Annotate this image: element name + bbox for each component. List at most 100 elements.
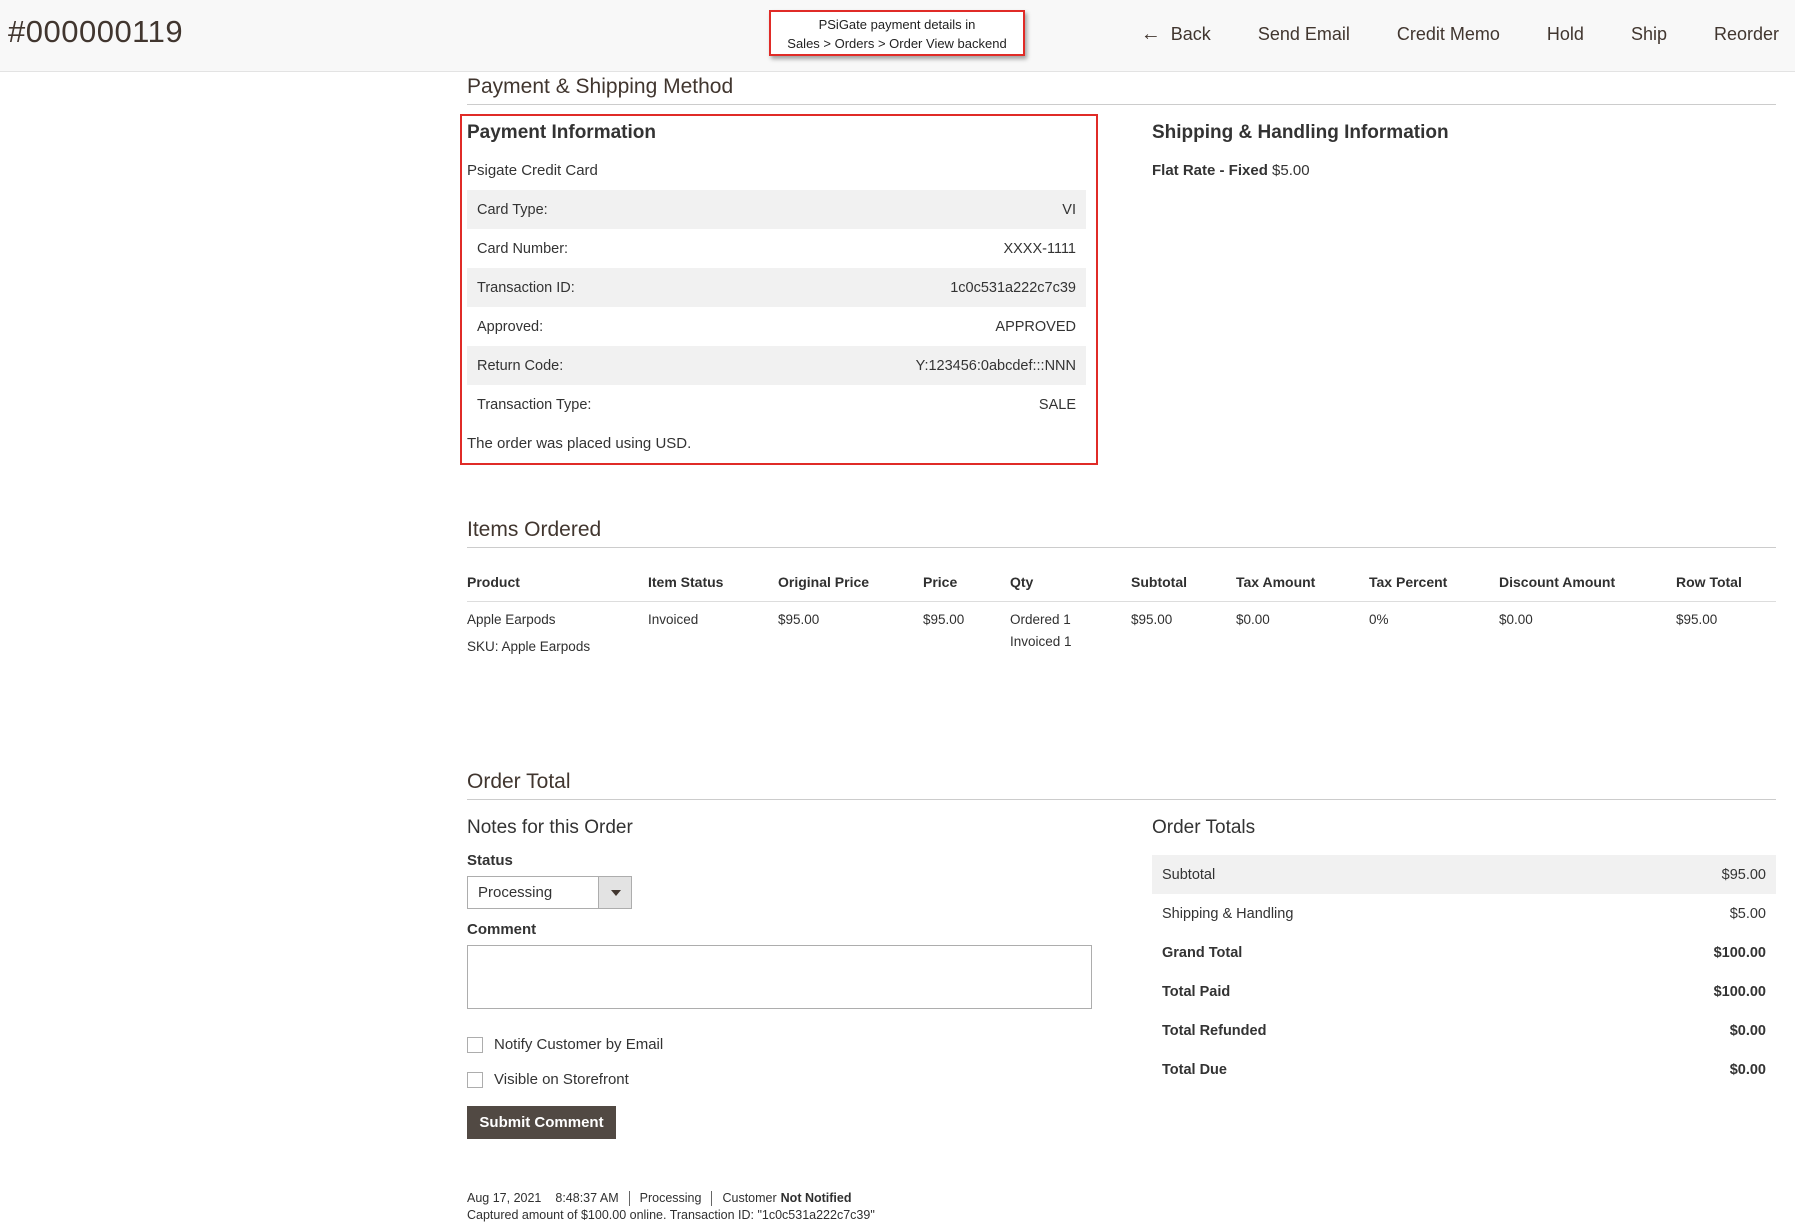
visible-label: Visible on Storefront [494,1071,629,1088]
col-subtotal: Subtotal [1131,574,1187,590]
page-actions: ← Back Send Email Credit Memo Hold Ship … [1141,0,1779,68]
payment-row-value: XXXX-1111 [1003,240,1076,257]
shipping-info-title: Shipping & Handling Information [1152,122,1449,143]
reorder-button[interactable]: Reorder [1714,24,1779,45]
payment-row-value: 1c0c531a222c7c39 [950,279,1076,296]
history-customer-state: Not Notified [780,1191,852,1205]
totals-value: $5.00 [1729,905,1766,922]
status-select[interactable]: Processing [467,876,632,909]
payment-row: Transaction ID: 1c0c531a222c7c39 [467,268,1086,307]
payment-method-name: Psigate Credit Card [467,162,598,179]
ship-button[interactable]: Ship [1631,24,1667,45]
payment-row-label: Approved: [477,318,544,335]
section-divider [467,547,1776,548]
status-label: Status [467,852,513,869]
payment-row-label: Return Code: [477,357,564,374]
row-total: $95.00 [1676,612,1718,627]
payment-details-table: Card Type: VI Card Number: XXXX-1111 Tra… [467,190,1086,424]
col-price: Price [923,574,958,590]
price: $95.00 [923,612,965,627]
col-tax-amount: Tax Amount [1236,574,1316,590]
qty-invoiced: Invoiced 1 [1010,634,1072,649]
items-ordered-title: Items Ordered [467,518,602,541]
chevron-down-icon [598,877,631,908]
totals-label: Grand Total [1162,944,1243,961]
totals-label: Total Due [1162,1061,1227,1078]
divider [711,1191,713,1206]
payment-row: Return Code: Y:123456:0abcdef:::NNN [467,346,1086,385]
totals-row: Grand Total $100.00 [1152,933,1776,972]
divider [628,1191,630,1206]
col-row-total: Row Total [1676,574,1742,590]
comment-label: Comment [467,921,537,938]
callout-line-2: Sales > Orders > Order View backend [787,36,1007,51]
payment-row: Card Type: VI [467,190,1086,229]
status-select-value: Processing [478,884,553,901]
payment-row-label: Card Number: [477,240,569,257]
payment-row-label: Transaction ID: [477,279,575,296]
qty-ordered: Ordered 1 [1010,612,1071,627]
totals-row: Shipping & Handling $5.00 [1152,894,1776,933]
items-header-divider [467,601,1776,602]
page-header: #000000119 PSiGate payment details in Sa… [0,0,1795,72]
order-total-title: Order Total [467,770,571,793]
payment-row: Approved: APPROVED [467,307,1086,346]
section-divider [467,104,1776,105]
col-discount-amount: Discount Amount [1499,574,1616,590]
item-status: Invoiced [648,612,699,627]
send-email-button[interactable]: Send Email [1258,24,1350,45]
col-product: Product [467,574,520,590]
col-qty: Qty [1010,574,1034,590]
totals-value: $95.00 [1721,866,1766,883]
order-totals-title: Order Totals [1152,817,1256,838]
shipping-method: Flat Rate - Fixed $5.00 [1152,162,1310,179]
notify-customer-option[interactable]: Notify Customer by Email [467,1036,663,1053]
subtotal: $95.00 [1131,612,1173,627]
history-status: Processing [639,1191,702,1205]
totals-value: $100.00 [1713,983,1766,1000]
payment-row: Transaction Type: SALE [467,385,1086,424]
credit-memo-button[interactable]: Credit Memo [1397,24,1500,45]
payment-row-label: Card Type: [477,201,548,218]
visible-checkbox[interactable] [467,1071,483,1088]
submit-comment-button[interactable]: Submit Comment [467,1106,616,1139]
notify-checkbox[interactable] [467,1036,483,1053]
totals-row: Total Refunded $0.00 [1152,1011,1776,1050]
shipping-method-name: Flat Rate - Fixed [1152,162,1268,179]
totals-label: Total Paid [1162,983,1231,1000]
product-name: Apple Earpods [467,612,556,627]
col-tax-percent: Tax Percent [1369,574,1448,590]
payment-row-value: APPROVED [995,318,1076,335]
comment-history-meta: Aug 17, 2021 8:48:37 AM Processing Custo… [467,1191,851,1206]
original-price: $95.00 [778,612,820,627]
totals-label: Total Refunded [1162,1022,1267,1039]
back-button[interactable]: ← Back [1141,23,1211,46]
totals-label: Shipping & Handling [1162,905,1294,922]
col-item-status: Item Status [648,574,724,590]
totals-value: $100.00 [1713,944,1766,961]
discount-amount: $0.00 [1499,612,1533,627]
annotation-callout: PSiGate payment details in Sales > Order… [769,10,1025,56]
payment-info-title: Payment Information [467,122,656,143]
payment-row: Card Number: XXXX-1111 [467,229,1086,268]
order-totals-table: Subtotal $95.00 Shipping & Handling $5.0… [1152,855,1776,1089]
totals-value: $0.00 [1729,1022,1766,1039]
section-divider [467,799,1776,800]
order-number: #000000119 [8,14,184,49]
comment-textarea[interactable] [467,945,1092,1009]
callout-line-1: PSiGate payment details in [818,17,976,32]
hold-button[interactable]: Hold [1547,24,1584,45]
payment-row-value: SALE [1038,396,1076,413]
notes-title: Notes for this Order [467,817,633,838]
totals-row: Total Paid $100.00 [1152,972,1776,1011]
tax-amount: $0.00 [1236,612,1270,627]
payment-row-value: VI [1062,201,1076,218]
visible-storefront-option[interactable]: Visible on Storefront [467,1071,629,1088]
history-time: 8:48:37 AM [555,1191,619,1205]
tax-percent: 0% [1369,612,1389,627]
arrow-left-icon: ← [1140,22,1161,45]
payment-shipping-section-title: Payment & Shipping Method [467,75,734,98]
back-label: Back [1170,23,1211,44]
payment-row-value: Y:123456:0abcdef:::NNN [915,357,1076,374]
totals-label: Subtotal [1162,866,1216,883]
